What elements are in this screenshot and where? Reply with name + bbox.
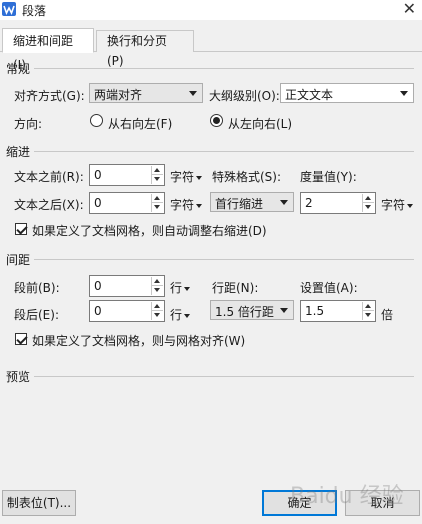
ok-button[interactable]: 确定: [262, 490, 337, 516]
indent-before-label: 文本之前(R):: [14, 170, 84, 184]
spin-down-icon[interactable]: [152, 203, 163, 212]
alignment-select[interactable]: 两端对齐: [89, 83, 203, 103]
radio-ltr[interactable]: [210, 114, 223, 127]
spacing-after-value: 0: [94, 304, 102, 318]
indent-grid-checkbox[interactable]: [15, 223, 27, 235]
setting-value-label: 设置值(A):: [300, 281, 358, 295]
line-spacing-label: 行距(N):: [212, 281, 259, 295]
caret-down-icon: [196, 203, 203, 208]
indent-after-spinner[interactable]: 0: [89, 192, 165, 214]
special-format-value: 首行缩进: [215, 197, 264, 211]
indent-section-heading: 缩进: [6, 145, 31, 159]
setting-value: 1.5: [305, 304, 325, 318]
spin-up-icon[interactable]: [152, 166, 163, 175]
tab-strip: 缩进和间距(I) 换行和分页(P): [0, 28, 422, 72]
measure-unit[interactable]: 字符: [381, 196, 414, 213]
radio-rtl[interactable]: [90, 114, 103, 127]
spin-up-icon[interactable]: [152, 302, 163, 311]
caret-down-icon: [196, 175, 203, 180]
spin-up-icon[interactable]: [363, 194, 374, 203]
outline-level-select[interactable]: 正文文本: [280, 83, 414, 103]
preview-divider: [34, 376, 414, 377]
spin-up-icon[interactable]: [152, 194, 163, 203]
indent-before-value: 0: [94, 168, 102, 182]
indent-after-label: 文本之后(X):: [14, 198, 84, 212]
chevron-down-icon: [400, 91, 408, 96]
spacing-before-value: 0: [94, 279, 102, 293]
chevron-down-icon: [280, 308, 288, 313]
measure-spinner[interactable]: 2: [300, 192, 376, 214]
outline-level-label: 大纲级别(O):: [209, 89, 280, 103]
rtl-label[interactable]: 从右向左(F): [108, 115, 172, 132]
tab-stops-button[interactable]: 制表位(T)...: [2, 490, 76, 516]
direction-label: 方向:: [14, 117, 43, 131]
setting-value-unit: 倍: [381, 308, 394, 322]
spin-up-icon[interactable]: [152, 277, 163, 286]
indent-after-unit[interactable]: 字符: [170, 196, 203, 213]
spin-down-icon[interactable]: [363, 311, 374, 320]
spacing-section-heading: 间距: [6, 253, 31, 267]
measure-label: 度量值(Y):: [300, 170, 357, 184]
spacing-after-label: 段后(E):: [14, 308, 59, 322]
alignment-label: 对齐方式(G):: [14, 89, 85, 103]
special-format-label: 特殊格式(S):: [212, 170, 282, 184]
indent-after-value: 0: [94, 196, 102, 210]
spacing-divider: [34, 259, 414, 260]
spin-down-icon[interactable]: [152, 286, 163, 295]
spacing-before-spinner[interactable]: 0: [89, 275, 165, 297]
spacing-before-unit[interactable]: 行: [170, 279, 191, 296]
spacing-before-label: 段前(B):: [14, 281, 60, 295]
indent-divider: [34, 151, 414, 152]
indent-grid-checkbox-label[interactable]: 如果定义了文档网格，则自动调整右缩进(D): [32, 222, 267, 239]
spacing-grid-checkbox[interactable]: [15, 333, 27, 345]
line-spacing-select[interactable]: 1.5 倍行距: [210, 300, 294, 320]
ltr-label[interactable]: 从左向右(L): [228, 115, 292, 132]
cancel-button[interactable]: 取消: [345, 490, 420, 516]
spin-up-icon[interactable]: [363, 302, 374, 311]
caret-down-icon: [184, 286, 191, 291]
special-format-select[interactable]: 首行缩进: [210, 192, 294, 212]
caret-down-icon: [407, 203, 414, 208]
spacing-after-spinner[interactable]: 0: [89, 300, 165, 322]
spin-down-icon[interactable]: [152, 311, 163, 320]
alignment-value: 两端对齐: [94, 88, 143, 102]
setting-value-spinner[interactable]: 1.5: [300, 300, 376, 322]
preview-section-heading: 预览: [6, 370, 31, 384]
chevron-down-icon: [280, 200, 288, 205]
wps-writer-icon: [2, 2, 16, 16]
indent-before-spinner[interactable]: 0: [89, 164, 165, 186]
close-button[interactable]: ✕: [403, 0, 416, 18]
line-spacing-value: 1.5 倍行距: [215, 305, 274, 319]
indent-before-unit[interactable]: 字符: [170, 168, 203, 185]
spacing-grid-checkbox-label[interactable]: 如果定义了文档网格，则与网格对齐(W): [32, 332, 245, 349]
outline-level-value: 正文文本: [285, 88, 334, 102]
tab-line-page-breaks[interactable]: 换行和分页(P): [96, 30, 194, 68]
spin-down-icon[interactable]: [363, 203, 374, 212]
tab-indent-spacing[interactable]: 缩进和间距(I): [2, 28, 94, 72]
measure-value: 2: [305, 196, 313, 210]
spin-down-icon[interactable]: [152, 175, 163, 184]
window-title: 段落: [22, 4, 47, 18]
chevron-down-icon: [189, 91, 197, 96]
title-bar: 段落 ✕: [0, 0, 422, 20]
spacing-after-unit[interactable]: 行: [170, 306, 191, 323]
caret-down-icon: [184, 313, 191, 318]
general-divider: [34, 68, 414, 69]
